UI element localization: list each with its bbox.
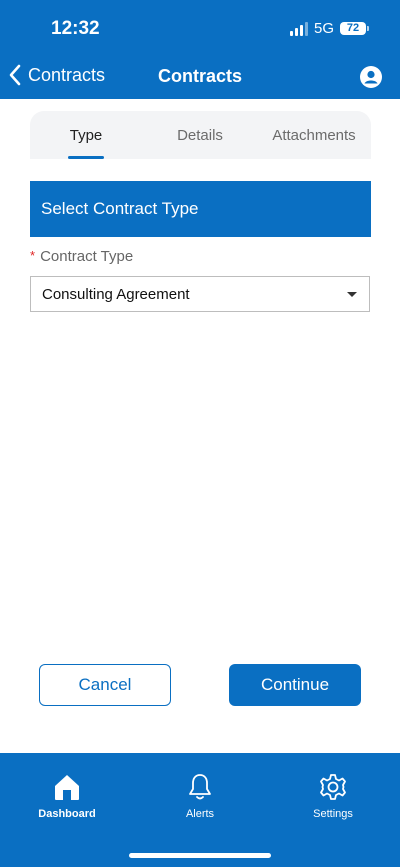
network-label: 5G bbox=[313, 20, 334, 37]
contract-type-value: Consulting Agreement bbox=[42, 285, 190, 303]
dropdown-caret-icon bbox=[347, 292, 357, 297]
nav-label-alerts: Alerts bbox=[185, 808, 215, 820]
active-tab-indicator bbox=[68, 156, 104, 159]
required-marker: * bbox=[30, 248, 36, 263]
tab-details[interactable]: Details bbox=[143, 111, 257, 159]
nav-item-alerts[interactable]: Alerts bbox=[155, 772, 245, 820]
home-indicator bbox=[129, 853, 271, 858]
status-time: 12:32 bbox=[51, 18, 100, 39]
back-label: Contracts bbox=[28, 64, 106, 85]
section-header: Select Contract Type bbox=[30, 181, 371, 237]
nav-label-settings: Settings bbox=[313, 808, 353, 820]
app-header: 12:32 5G 72 Contracts Contracts bbox=[0, 0, 400, 99]
bottom-navigation: Dashboard Alerts Settings bbox=[0, 753, 400, 867]
contract-type-label-text: Contract Type bbox=[40, 248, 134, 265]
back-button[interactable]: Contracts bbox=[8, 64, 105, 86]
bell-icon bbox=[189, 774, 211, 800]
tab-type[interactable]: Type bbox=[30, 111, 142, 159]
nav-item-dashboard[interactable]: Dashboard bbox=[22, 772, 112, 820]
cancel-button[interactable]: Cancel bbox=[39, 664, 171, 706]
nav-label-dashboard: Dashboard bbox=[38, 808, 96, 820]
battery-icon: 72 bbox=[340, 22, 369, 35]
contract-type-label: * Contract Type bbox=[30, 248, 133, 265]
continue-button[interactable]: Continue bbox=[229, 664, 361, 706]
status-indicators: 5G 72 bbox=[289, 20, 369, 37]
home-icon bbox=[55, 775, 79, 800]
contract-type-select[interactable]: Consulting Agreement bbox=[30, 276, 370, 312]
tab-attachments[interactable]: Attachments bbox=[257, 111, 371, 159]
form-tabs: Type Details Attachments bbox=[30, 111, 371, 159]
chevron-left-icon bbox=[9, 64, 21, 86]
gear-icon bbox=[320, 774, 346, 800]
user-profile-icon[interactable] bbox=[360, 66, 382, 88]
signal-icon bbox=[289, 21, 308, 36]
nav-item-settings[interactable]: Settings bbox=[288, 772, 378, 820]
